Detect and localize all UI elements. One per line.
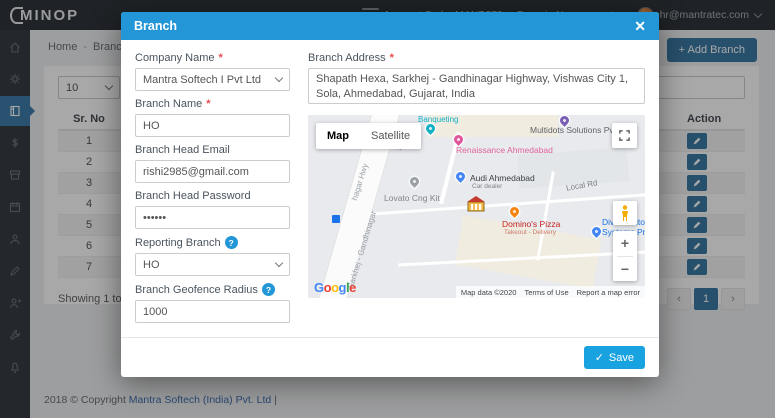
fullscreen-icon: [618, 129, 631, 142]
map-type-map-button[interactable]: Map: [316, 123, 360, 149]
map-pin[interactable]: [508, 205, 521, 218]
branch-location-marker[interactable]: [466, 195, 486, 212]
check-icon: ✓: [595, 351, 604, 364]
map-pin[interactable]: [590, 225, 603, 238]
save-label: Save: [609, 352, 634, 364]
help-icon[interactable]: ?: [262, 283, 275, 296]
poi-sub-dominos: Takeout - Delivery: [504, 229, 556, 236]
reporting-branch-value: HO: [143, 259, 160, 271]
map-pin[interactable]: [454, 170, 467, 183]
poi-sub-audi: Car dealer: [472, 183, 502, 190]
map-attribution: Map data ©2020 Terms of Use Report a map…: [456, 286, 645, 298]
company-name-value: Mantra Softech I Pvt Ltd: [143, 74, 261, 86]
pegman-button[interactable]: [613, 201, 637, 225]
branch-name-field[interactable]: [135, 114, 290, 137]
geofence-radius-field[interactable]: [135, 300, 290, 323]
required-marker: *: [206, 98, 210, 110]
poi-label-multidots: Multidots Solutions Pvt: [530, 125, 616, 135]
branch-head-email-field[interactable]: [135, 160, 290, 183]
zoom-control: + −: [613, 231, 637, 281]
required-marker: *: [218, 52, 222, 64]
branch-head-password-label: Branch Head Password: [135, 190, 251, 202]
branch-modal: Branch ✕ Company Name * Mantra Softech I …: [121, 12, 659, 377]
chevron-down-icon: [275, 259, 283, 267]
pegman-icon: [620, 205, 630, 222]
branch-address-label: Branch Address: [308, 52, 386, 64]
required-marker: *: [390, 52, 394, 64]
reporting-branch-label: Reporting Branch: [135, 237, 221, 249]
branch-head-password-field[interactable]: [135, 206, 290, 229]
zoom-in-button[interactable]: +: [613, 231, 637, 256]
chevron-down-icon: [275, 74, 283, 82]
reporting-branch-select[interactable]: HO: [135, 253, 290, 276]
poi-label-renaissance: Renaissance Ahmedabad: [456, 145, 553, 155]
poi-label-dominos: Domino's Pizza: [502, 219, 560, 229]
poi-label-audi: Audi Ahmedabad: [470, 173, 535, 183]
terms-link[interactable]: Terms of Use: [524, 288, 568, 297]
poi-label-lovato: Lovato Cng Kit: [384, 193, 440, 203]
branch-name-label: Branch Name: [135, 98, 202, 110]
modal-title: Branch: [134, 19, 177, 33]
fullscreen-button[interactable]: [612, 123, 637, 148]
close-icon[interactable]: ✕: [634, 19, 646, 33]
poi-label-banqueting: Banqueting: [418, 115, 458, 124]
map-type-satellite-button[interactable]: Satellite: [360, 123, 421, 149]
google-map[interactable]: Sakh hagar Hwy Sarkhej - Gandhinagar Loc…: [308, 115, 645, 298]
help-icon[interactable]: ?: [225, 236, 238, 249]
map-pin[interactable]: [408, 175, 421, 188]
google-logo[interactable]: Google: [314, 280, 356, 295]
save-button[interactable]: ✓ Save: [584, 346, 645, 369]
branch-head-email-label: Branch Head Email: [135, 144, 230, 156]
company-name-select[interactable]: Mantra Softech I Pvt Ltd: [135, 68, 290, 91]
zoom-out-button[interactable]: −: [613, 257, 637, 282]
geofence-radius-label: Branch Geofence Radius: [135, 284, 258, 296]
transit-icon: [332, 215, 340, 223]
map-type-control: Map Satellite: [316, 123, 421, 149]
map-data-text: Map data ©2020: [461, 288, 517, 297]
company-name-label: Company Name: [135, 52, 214, 64]
report-error-link[interactable]: Report a map error: [577, 288, 640, 297]
branch-address-field[interactable]: Shapath Hexa, Sarkhej - Gandhinagar High…: [308, 68, 645, 104]
